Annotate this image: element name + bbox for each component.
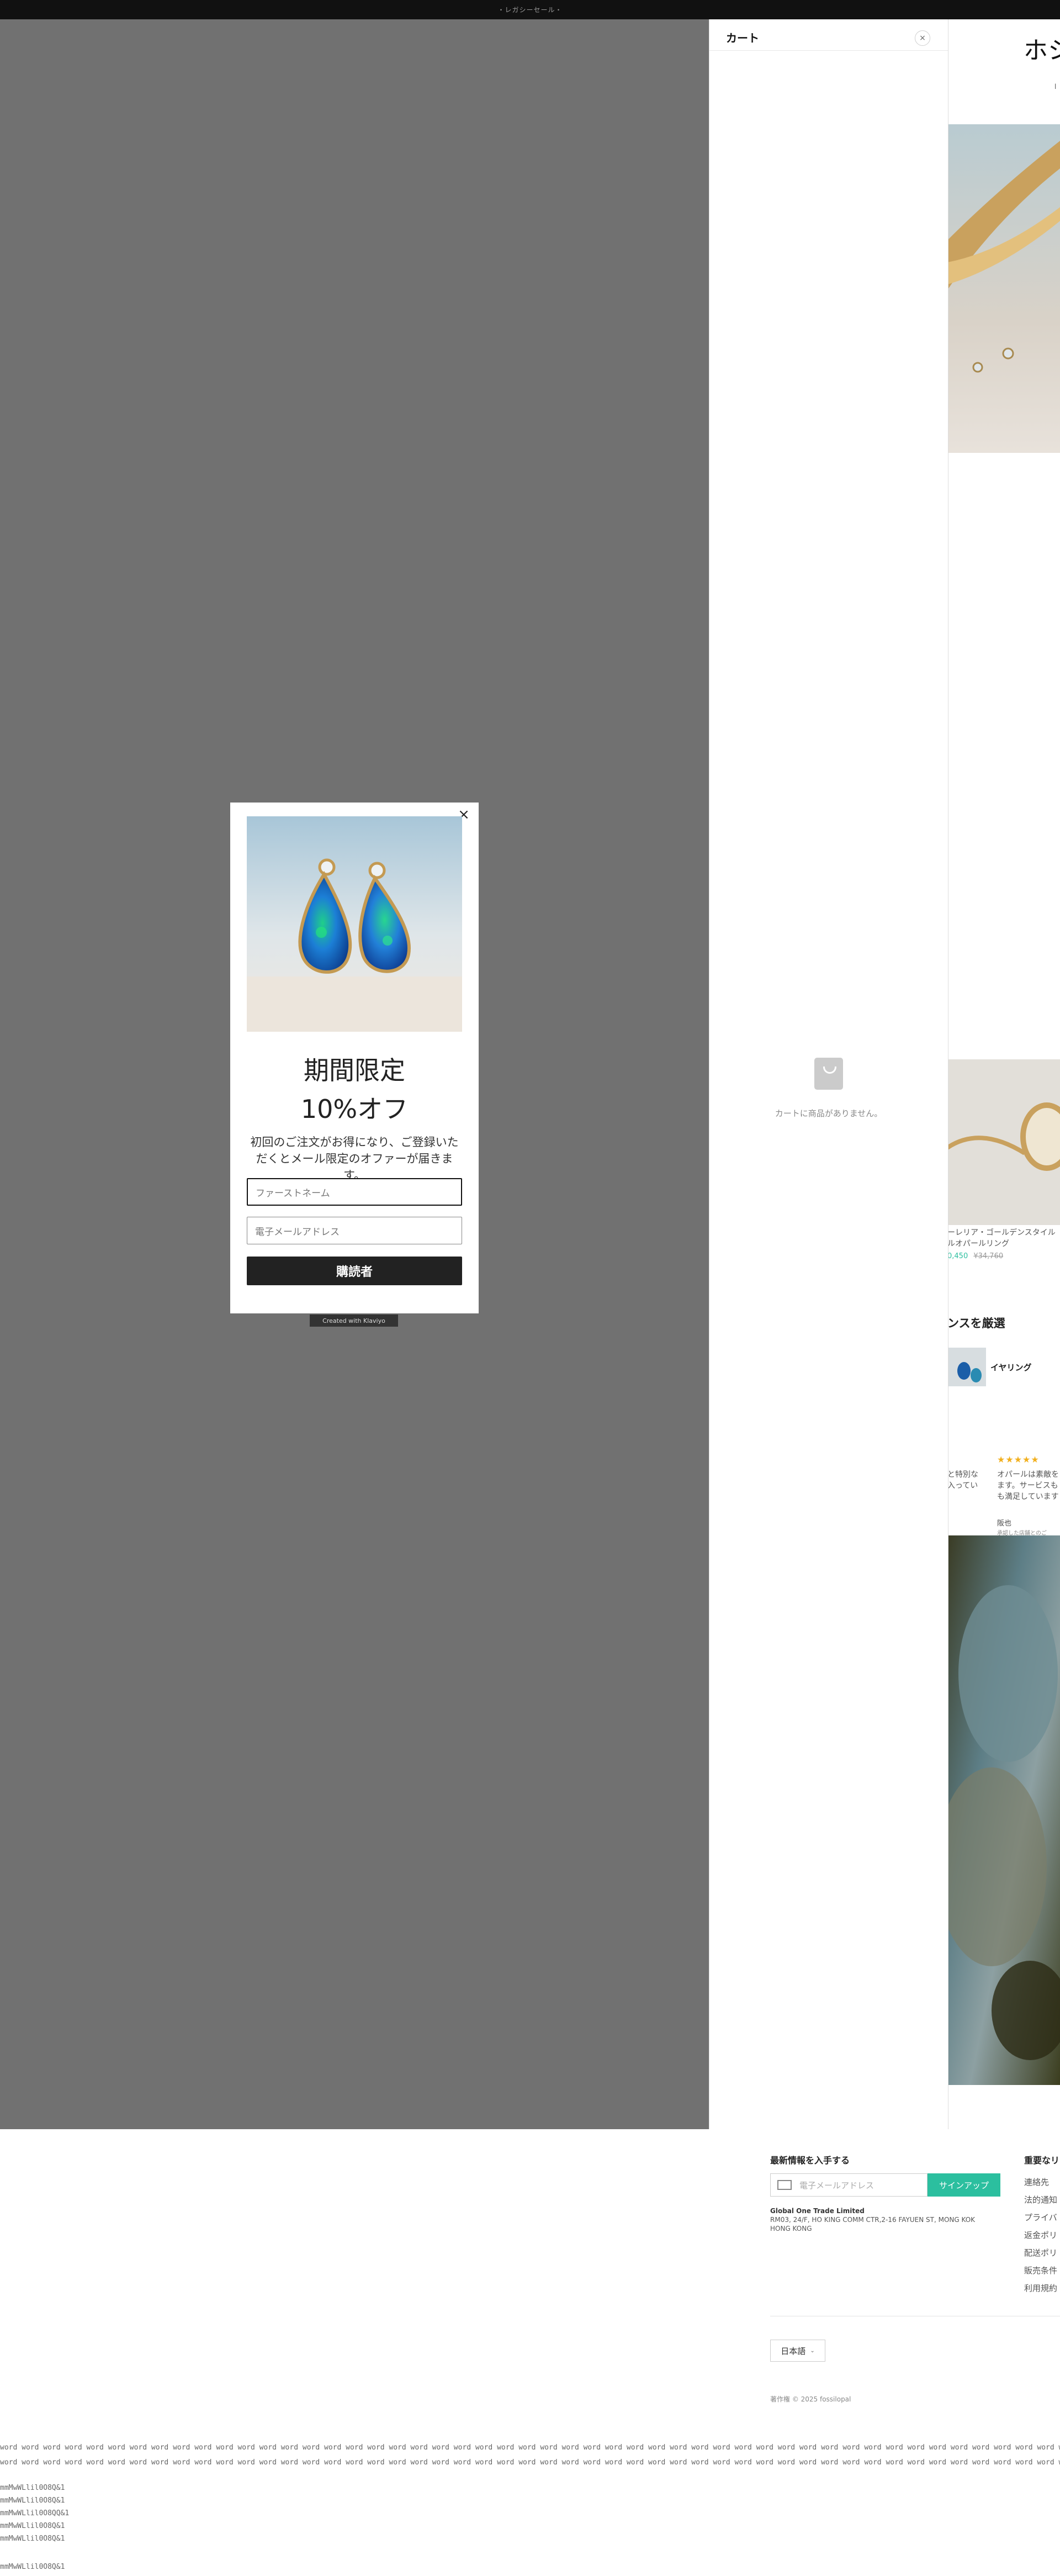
email-input[interactable]: 電子メールアドレス: [247, 1217, 462, 1244]
debug-text-line: mmMwWLlil0O8Q&1: [0, 2522, 65, 2530]
product-name[interactable]: ーレリア・ゴールデンスタイル ルオパールリング: [947, 1227, 1056, 1249]
footer-link-legal[interactable]: 法的通知: [1024, 2194, 1057, 2205]
language-label: 日本語: [781, 2346, 806, 2356]
email-placeholder: 電子メールアドレス: [255, 1226, 340, 1238]
copyright: 著作権 © 2025 fossilopal: [770, 2395, 851, 2403]
klaviyo-badge[interactable]: Created with Klaviyo: [310, 1315, 398, 1327]
company-info: Global One Trade Limited RM03, 24/F, HO …: [770, 2207, 980, 2233]
announcement-text: ・レガシーセール・: [497, 6, 563, 14]
review-left: と特別な 入ってい: [947, 1469, 978, 1491]
product-hero-image: [947, 124, 1060, 453]
newsletter-email-input[interactable]: 電子メールアドレス: [770, 2173, 928, 2197]
first-name-placeholder: ファーストネーム: [256, 1187, 330, 1199]
debug-text-line: mmMwWLlil0O8Q&1: [0, 2535, 65, 2543]
mail-icon: [777, 2180, 792, 2190]
footer-link-sales-terms[interactable]: 販売条件: [1024, 2264, 1057, 2276]
section-title: ンスを厳選: [947, 1317, 1005, 1330]
review-left-line1: と特別な: [947, 1470, 978, 1479]
first-name-input[interactable]: ファーストネーム: [247, 1178, 462, 1206]
footer-link-shipping[interactable]: 配送ポリ: [1024, 2247, 1057, 2258]
newsletter-title: 最新情報を入手する: [770, 2155, 850, 2166]
background-page: ーレリア・ゴールデンスタイル ルオパールリング 0,450 ¥34,760 ンス…: [947, 19, 1060, 2129]
company-address: RM03, 24/F, HO KING COMM CTR,2-16 FAYUEN…: [770, 2216, 976, 2232]
cart-drawer: カート × カートに商品がありません。: [709, 19, 948, 2129]
debug-text-line: mmMwWLlil0O8Q&1: [0, 2484, 65, 2492]
footer-links-title: 重要なリ: [1024, 2155, 1060, 2166]
review-right-line2: ます。サービスも: [997, 1481, 1058, 1490]
footer-link-contact[interactable]: 連絡先: [1024, 2176, 1049, 2188]
review-stars: ★★★★★: [997, 1454, 1040, 1465]
cart-close-button[interactable]: ×: [915, 30, 930, 46]
debug-text-line: mmMwWLlil0O8QQ&1: [0, 2509, 70, 2517]
review-right-line3: も満足しています: [997, 1492, 1059, 1501]
cart-empty-message: カートに商品がありません。: [775, 1108, 883, 1118]
page-heading: ホシ: [1024, 36, 1060, 65]
language-selector[interactable]: 日本語 ⌄: [770, 2340, 825, 2362]
signup-button[interactable]: サインアップ: [928, 2173, 1000, 2197]
popup-earrings-image: [247, 816, 462, 1032]
review-left-line2: 入ってい: [947, 1481, 978, 1490]
sale-price: 0,450: [947, 1252, 968, 1260]
category-thumb-earrings[interactable]: [947, 1348, 986, 1386]
product-price: 0,450 ¥34,760: [947, 1252, 1003, 1260]
popup-title-line1: 期間限定: [304, 1055, 405, 1085]
footer-link-refund[interactable]: 返金ポリ: [1024, 2229, 1057, 2241]
heading-subtext: l: [1054, 83, 1057, 91]
announcement-bar: ・レガシーセール・: [0, 0, 1060, 19]
cart-header: カート ×: [709, 19, 948, 51]
shopping-bag-icon: [814, 1058, 843, 1090]
debug-text-line: mmMwWLlil0O8Q&1: [0, 2496, 65, 2505]
popup-title: 期間限定 10%オフ: [230, 1051, 479, 1128]
debug-text-line: word word word word word word word word …: [0, 2443, 1060, 2452]
subscribe-button[interactable]: 購読者: [247, 1257, 462, 1285]
product-image-opal-ring: [947, 1059, 1060, 1225]
product-name-line1: ーレリア・ゴールデンスタイル: [947, 1228, 1056, 1237]
original-price: ¥34,760: [973, 1252, 1004, 1260]
opal-cave-image: [947, 1535, 1060, 2085]
category-label[interactable]: イヤリング: [990, 1361, 1032, 1373]
chevron-down-icon: ⌄: [810, 2347, 815, 2354]
review-right: オパールは素敵を ます。サービスも も満足しています: [997, 1469, 1059, 1502]
popup-title-line2: 10%オフ: [300, 1094, 409, 1124]
signup-popup: × 期間限定 10%オフ 初回のご注文がお得になり、ご登録いただくとメール限定の…: [230, 803, 479, 1313]
company-name: Global One Trade Limited: [770, 2207, 865, 2215]
newsletter-email-placeholder: 電子メールアドレス: [799, 2180, 875, 2190]
review-right-line1: オパールは素敵を: [997, 1470, 1059, 1479]
review-author: 阪也: [997, 1519, 1012, 1528]
debug-text-line: word word word word word word word word …: [0, 2458, 1060, 2467]
footer-link-privacy[interactable]: プライバ: [1024, 2211, 1057, 2223]
cart-title: カート: [726, 31, 759, 45]
product-name-line2: ルオパールリング: [947, 1239, 1009, 1248]
footer-link-terms[interactable]: 利用規約: [1024, 2282, 1057, 2294]
debug-text-line: mmMwWLlil0O8Q&1: [0, 2563, 65, 2571]
popup-description: 初回のご注文がお得になり、ご登録いただくとメール限定のオファーが届きます。: [250, 1136, 459, 1182]
close-icon: ×: [919, 34, 926, 43]
